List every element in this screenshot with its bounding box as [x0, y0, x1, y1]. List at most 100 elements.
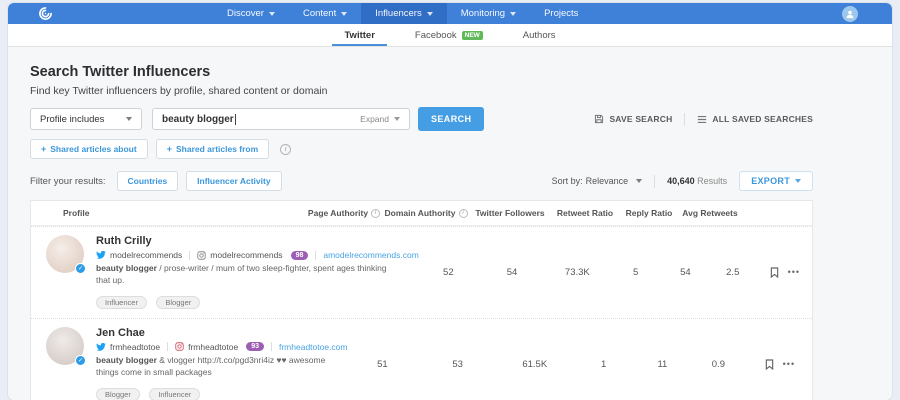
sort-by-dropdown[interactable]: Sort by: Relevance: [552, 176, 643, 186]
verified-badge-icon: ✓: [75, 355, 86, 366]
column-label: Page Authority: [308, 208, 368, 218]
bio-highlight: beauty blogger: [96, 355, 157, 365]
info-icon[interactable]: i: [459, 209, 468, 218]
shared-articles-from-button[interactable]: + Shared articles from: [156, 139, 269, 159]
tags-row: Blogger Influencer: [96, 384, 348, 400]
nav-item-influencers[interactable]: Influencers: [361, 3, 446, 24]
column-reply-ratio: Reply Ratio: [620, 208, 678, 218]
chevron-down-icon: [510, 12, 516, 16]
column-retweet-ratio: Retweet Ratio: [550, 208, 620, 218]
twitter-handle-link[interactable]: modelrecommends: [96, 250, 182, 260]
plus-icon: +: [167, 144, 172, 154]
instagram-handle: frmheadtotoe: [188, 342, 238, 352]
profile-includes-select[interactable]: Profile includes: [30, 108, 142, 130]
influencer-name[interactable]: Ruth Crilly: [96, 235, 419, 247]
tab-facebook[interactable]: Facebook NEW: [403, 24, 495, 46]
instagram-icon: [175, 342, 184, 351]
tab-label: Facebook: [415, 30, 457, 41]
countries-filter-button[interactable]: Countries: [117, 171, 179, 191]
tab-label: Twitter: [344, 30, 374, 41]
search-input[interactable]: beauty blogger Expand: [152, 108, 410, 130]
more-options-button[interactable]: •••: [783, 359, 795, 369]
tab-label: Authors: [523, 30, 556, 41]
shared-articles-row: + Shared articles about + Shared article…: [30, 139, 813, 159]
text-caret: [235, 114, 236, 125]
nav-label: Monitoring: [461, 8, 505, 19]
results-label: Results: [697, 176, 727, 186]
nav-item-projects[interactable]: Projects: [530, 3, 592, 24]
bookmark-icon[interactable]: [765, 359, 774, 370]
shared-articles-about-button[interactable]: + Shared articles about: [30, 139, 148, 159]
top-nav: Discover Content Influencers Monitoring …: [8, 3, 892, 24]
domain-authority-value: 53: [417, 359, 498, 370]
twitter-handle-link[interactable]: frmheadtotoe: [96, 342, 160, 352]
influencer-name[interactable]: Jen Chae: [96, 327, 348, 339]
table-header: Profile Page Authority i Domain Authorit…: [31, 201, 812, 226]
table-row: ✓ Ruth Crilly modelrecommends: [31, 226, 812, 318]
tab-twitter[interactable]: Twitter: [332, 24, 386, 46]
influencer-activity-filter-button[interactable]: Influencer Activity: [186, 171, 281, 191]
twitter-handle: frmheadtotoe: [110, 342, 160, 352]
tag-pill[interactable]: Influencer: [96, 296, 147, 309]
profile-avatar[interactable]: ✓: [46, 235, 84, 273]
tag-pill[interactable]: Blogger: [96, 388, 140, 400]
website-link[interactable]: amodelrecommends.com: [323, 250, 418, 260]
plus-icon: +: [41, 144, 46, 154]
list-icon: [697, 115, 707, 124]
main-content: Search Twitter Influencers Find key Twit…: [8, 47, 813, 400]
retweet-ratio-value: 5: [608, 267, 662, 278]
retweet-ratio-value: 1: [571, 359, 635, 370]
tab-bar: Twitter Facebook NEW Authors: [8, 24, 892, 47]
instagram-handle: modelrecommends: [210, 250, 282, 260]
followers-value: 73.3K: [546, 267, 608, 278]
filter-row: Filter your results: Countries Influence…: [30, 171, 813, 191]
tag-pill[interactable]: Influencer: [149, 388, 200, 400]
info-icon[interactable]: i: [371, 209, 380, 218]
tab-authors[interactable]: Authors: [511, 24, 568, 46]
save-search-label: SAVE SEARCH: [609, 114, 672, 124]
more-options-button[interactable]: •••: [788, 267, 800, 277]
save-search-button[interactable]: SAVE SEARCH: [594, 114, 672, 124]
instagram-handle-link[interactable]: frmheadtotoe 93: [175, 342, 264, 352]
divider: [189, 251, 190, 260]
avg-retweets-value: 0.9: [689, 359, 748, 370]
chevron-down-icon: [269, 12, 275, 16]
twitter-handle: modelrecommends: [110, 250, 182, 260]
page-subtitle: Find key Twitter influencers by profile,…: [30, 85, 813, 97]
nav-item-monitoring[interactable]: Monitoring: [447, 3, 530, 24]
export-label: EXPORT: [751, 176, 790, 186]
followers-value: 61.5K: [498, 359, 571, 370]
search-utilities: SAVE SEARCH ALL SAVED SEARCHES: [594, 113, 813, 126]
bookmark-icon[interactable]: [770, 267, 779, 278]
profile-cell: ✓ Jen Chae frmheadtotoe frm: [31, 327, 348, 400]
button-label: Shared articles about: [50, 144, 136, 154]
handles-row: modelrecommends modelrecommends 98 amode…: [96, 250, 419, 260]
divider: [167, 342, 168, 351]
tag-pill[interactable]: Blogger: [156, 296, 200, 309]
export-button[interactable]: EXPORT: [739, 171, 813, 191]
nav-item-discover[interactable]: Discover: [213, 3, 289, 24]
search-button[interactable]: SEARCH: [418, 107, 484, 131]
page-authority-value: 52: [419, 267, 478, 278]
nav-label: Influencers: [375, 8, 421, 19]
sort-label: Sort by:: [552, 176, 583, 186]
divider: [271, 342, 272, 351]
filter-label: Filter your results:: [30, 176, 106, 187]
nav-label: Content: [303, 8, 336, 19]
user-avatar[interactable]: [842, 6, 858, 22]
instagram-handle-link[interactable]: modelrecommends 98: [197, 250, 308, 260]
nav-item-content[interactable]: Content: [289, 3, 361, 24]
info-icon[interactable]: i: [280, 144, 291, 155]
button-label: Shared articles from: [176, 144, 258, 154]
website-link[interactable]: frmheadtotoe.com: [279, 342, 348, 352]
expand-toggle[interactable]: Expand: [360, 114, 400, 124]
reply-ratio-value: 54: [663, 267, 708, 278]
app-window: Discover Content Influencers Monitoring …: [8, 3, 892, 400]
sort-area: Sort by: Relevance 40,640 Results EXPORT: [552, 171, 813, 191]
buzzsumo-logo-icon[interactable]: [38, 6, 53, 21]
profile-avatar[interactable]: ✓: [46, 327, 84, 365]
all-saved-searches-button[interactable]: ALL SAVED SEARCHES: [697, 114, 813, 124]
search-query-text: beauty blogger: [162, 114, 234, 125]
new-badge: NEW: [462, 31, 483, 40]
select-value: Profile includes: [40, 114, 104, 125]
